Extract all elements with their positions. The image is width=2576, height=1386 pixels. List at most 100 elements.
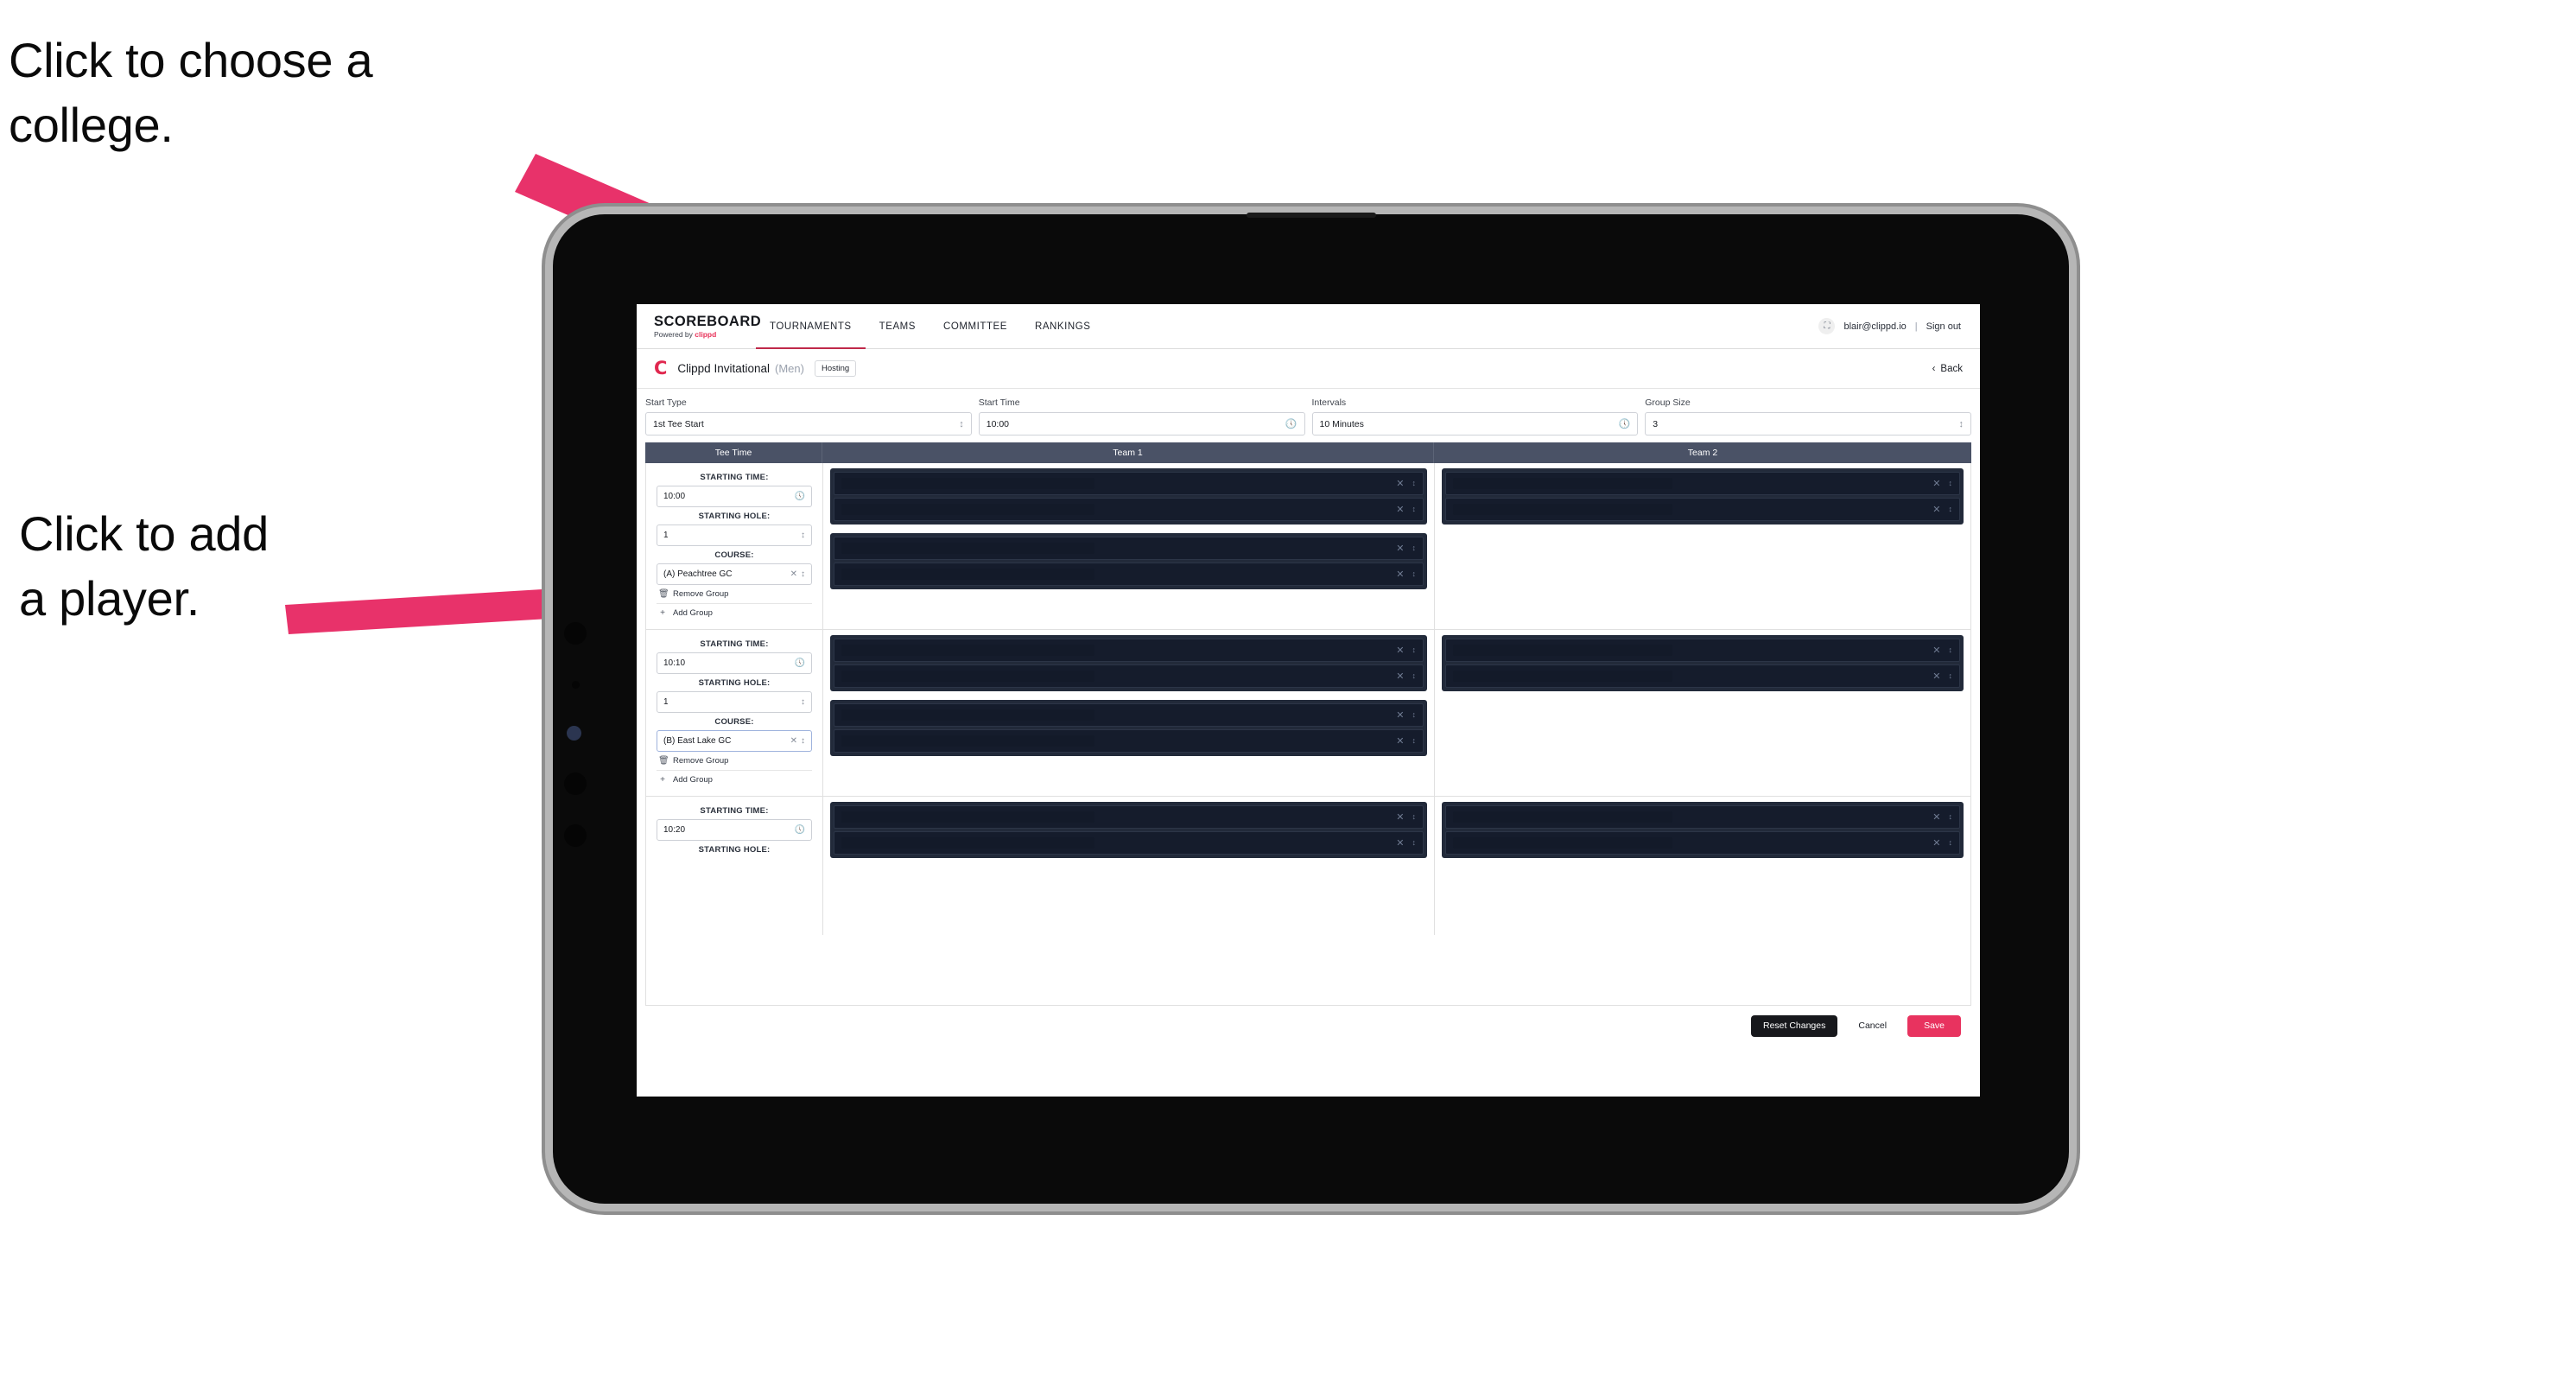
stepper-icon[interactable]: ↕	[1949, 812, 1953, 821]
nav-tab-tournaments[interactable]: TOURNAMENTS	[756, 304, 866, 349]
start-time-input[interactable]: 10:00 🕔	[978, 412, 1305, 436]
player-slot-block[interactable]: ✕ ↕ ✕ ↕	[1442, 468, 1964, 525]
start-type-select[interactable]: 1st Tee Start ↕	[645, 412, 972, 436]
clock-icon[interactable]: 🕔	[795, 825, 805, 835]
player-slot-row[interactable]: ✕ ↕	[1445, 805, 1960, 829]
sign-out-link[interactable]: Sign out	[1926, 321, 1961, 332]
course-select[interactable]: (A) Peachtree GC ✕ ↕	[657, 563, 812, 585]
nav-tab-teams[interactable]: TEAMS	[866, 304, 930, 348]
player-slot-row[interactable]: ✕ ↕	[834, 664, 1424, 688]
player-slot-row[interactable]: ✕ ↕	[834, 831, 1424, 855]
player-slot-row[interactable]: ✕ ↕	[834, 639, 1424, 662]
player-slot-row[interactable]: ✕ ↕	[834, 472, 1424, 495]
nav-tab-rankings[interactable]: RANKINGS	[1021, 304, 1104, 348]
player-slot-row[interactable]: ✕ ↕	[1445, 831, 1960, 855]
player-slot-row[interactable]: ✕ ↕	[1445, 498, 1960, 521]
clear-x-icon[interactable]: ✕	[1932, 478, 1940, 489]
stepper-icon[interactable]: ↕	[1949, 838, 1953, 847]
remove-group-button[interactable]: 🗑 Remove Group	[657, 752, 812, 770]
starting-time-input[interactable]: 10:00 🕔	[657, 486, 812, 507]
player-slot-block[interactable]: ✕ ↕ ✕ ↕	[830, 802, 1427, 858]
clear-x-icon[interactable]: ✕	[1396, 645, 1404, 656]
stepper-icon[interactable]: ↕	[1412, 569, 1417, 578]
player-slot-block[interactable]: ✕ ↕ ✕ ↕	[830, 635, 1427, 691]
clear-x-icon[interactable]: ✕	[1396, 671, 1404, 682]
stepper-icon[interactable]: ↕	[1412, 838, 1417, 847]
tee-sheet-table-body[interactable]: STARTING TIME: 10:00 🕔 STARTING HOLE: 1 ↕ COUR…	[645, 463, 1971, 1006]
nav-tab-committee[interactable]: COMMITTEE	[930, 304, 1021, 348]
stepper-icon[interactable]: ↕	[1949, 671, 1953, 680]
stepper-icon[interactable]: ↕	[801, 569, 805, 579]
clear-x-icon[interactable]: ✕	[1932, 671, 1940, 682]
stepper-icon[interactable]: ↕	[959, 419, 964, 429]
clear-x-icon[interactable]: ✕	[1396, 569, 1404, 580]
stepper-icon[interactable]: ↕	[1412, 645, 1417, 654]
stepper-icon[interactable]: ↕	[801, 736, 805, 746]
player-slot-block[interactable]: ✕ ↕ ✕ ↕	[830, 533, 1427, 589]
stepper-icon[interactable]: ↕	[1412, 671, 1417, 680]
clock-icon[interactable]: 🕔	[795, 492, 805, 501]
player-slot-row[interactable]: ✕ ↕	[834, 729, 1424, 753]
course-select[interactable]: (B) East Lake GC ✕ ↕	[657, 730, 812, 752]
intervals-select[interactable]: 10 Minutes 🕔	[1311, 412, 1639, 436]
player-slot-row[interactable]: ✕ ↕	[1445, 472, 1960, 495]
clear-x-icon[interactable]: ✕	[1932, 645, 1940, 656]
field-label: Intervals	[1311, 397, 1347, 408]
brand-logo[interactable]: SCOREBOARD Powered by clippd	[637, 304, 761, 348]
back-button[interactable]: ‹ Back	[1932, 364, 1963, 374]
stepper-icon[interactable]: ↕	[1412, 710, 1417, 719]
player-slot-row[interactable]: ✕ ↕	[1445, 664, 1960, 688]
clear-x-icon[interactable]: ✕	[1396, 811, 1404, 823]
clear-x-icon[interactable]: ✕	[1396, 543, 1404, 554]
starting-time-input[interactable]: 10:20 🕔	[657, 819, 812, 841]
add-group-button[interactable]: + Add Group	[657, 770, 812, 789]
player-slot-block[interactable]: ✕ ↕ ✕ ↕	[1442, 635, 1964, 691]
clear-x-icon[interactable]: ✕	[1932, 837, 1940, 849]
cancel-button[interactable]: Cancel	[1850, 1015, 1895, 1037]
player-slot-block[interactable]: ✕ ↕ ✕ ↕	[830, 700, 1427, 756]
stepper-icon[interactable]: ↕	[1949, 645, 1953, 654]
player-slot-row[interactable]: ✕ ↕	[834, 498, 1424, 521]
stepper-icon[interactable]: ↕	[801, 531, 805, 540]
stepper-icon[interactable]: ↕	[801, 697, 805, 707]
clock-icon[interactable]: 🕔	[795, 658, 805, 668]
stepper-icon[interactable]: ↕	[1949, 505, 1953, 513]
player-slot-row[interactable]: ✕ ↕	[834, 563, 1424, 586]
column-header-tee-time: Tee Time	[645, 442, 822, 463]
player-slot-row[interactable]: ✕ ↕	[834, 805, 1424, 829]
add-group-button[interactable]: + Add Group	[657, 603, 812, 622]
clear-x-icon[interactable]: ✕	[1396, 709, 1404, 721]
clear-x-icon[interactable]: ✕	[1396, 478, 1404, 489]
player-slot-block[interactable]: ✕ ↕ ✕ ↕	[1442, 802, 1964, 858]
clock-icon[interactable]: 🕔	[1619, 418, 1631, 429]
stepper-icon[interactable]: ↕	[1949, 479, 1953, 487]
starting-hole-input[interactable]: 1 ↕	[657, 525, 812, 546]
player-slot-row[interactable]: ✕ ↕	[834, 537, 1424, 560]
stepper-icon[interactable]: ↕	[1412, 505, 1417, 513]
clear-x-icon[interactable]: ✕	[790, 569, 797, 579]
starting-hole-input[interactable]: 1 ↕	[657, 691, 812, 713]
clear-x-icon[interactable]: ✕	[1396, 735, 1404, 747]
user-avatar-icon[interactable]: ⛶	[1818, 318, 1836, 334]
player-slot-row[interactable]: ✕ ↕	[1445, 639, 1960, 662]
clear-x-icon[interactable]: ✕	[1932, 504, 1940, 515]
group-size-stepper[interactable]: 3 ↕	[1645, 412, 1971, 436]
clear-x-icon[interactable]: ✕	[1932, 811, 1940, 823]
nav-tab-label: TEAMS	[879, 321, 917, 332]
stepper-icon[interactable]: ↕	[1412, 736, 1417, 745]
clear-x-icon[interactable]: ✕	[790, 736, 797, 746]
player-slot-row[interactable]: ✕ ↕	[834, 703, 1424, 727]
player-slot-block[interactable]: ✕ ↕ ✕ ↕	[830, 468, 1427, 525]
stepper-icon[interactable]: ↕	[1959, 419, 1964, 429]
clock-icon[interactable]: 🕔	[1285, 418, 1298, 429]
sensor-dot-icon	[564, 772, 587, 795]
clear-x-icon[interactable]: ✕	[1396, 504, 1404, 515]
reset-changes-button[interactable]: Reset Changes	[1750, 1014, 1838, 1037]
clear-x-icon[interactable]: ✕	[1396, 837, 1404, 849]
stepper-icon[interactable]: ↕	[1412, 544, 1417, 552]
remove-group-button[interactable]: 🗑 Remove Group	[657, 585, 812, 603]
stepper-icon[interactable]: ↕	[1412, 812, 1417, 821]
save-button[interactable]: Save	[1907, 1014, 1961, 1037]
starting-time-input[interactable]: 10:10 🕔	[657, 652, 812, 674]
stepper-icon[interactable]: ↕	[1412, 479, 1417, 487]
